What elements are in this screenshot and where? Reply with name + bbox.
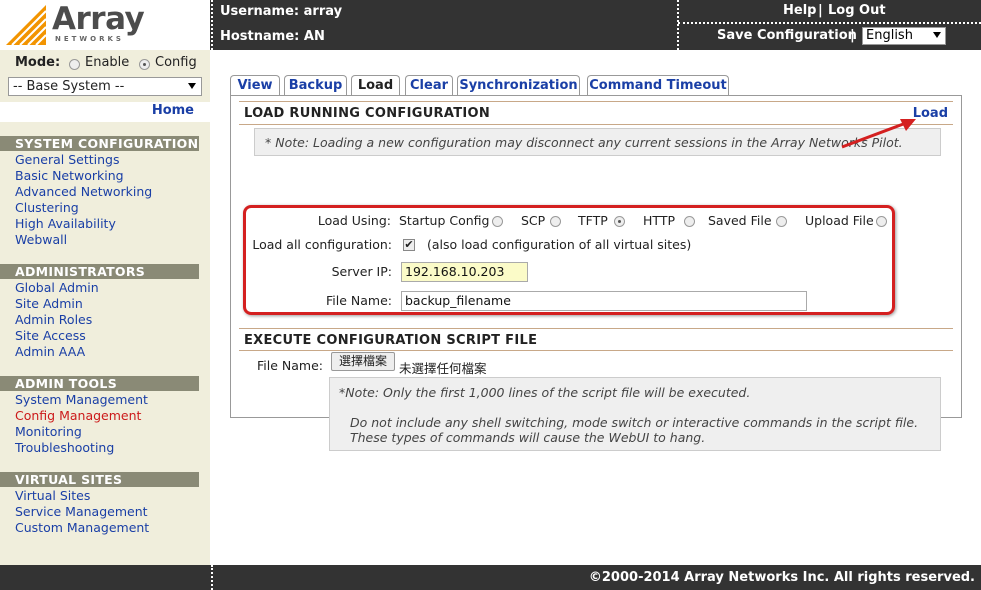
main-content: View Backup Load Clear Synchronization C… [211, 50, 981, 565]
nav-troubleshooting[interactable]: Troubleshooting [15, 440, 114, 455]
logo: Array NETWORKS [0, 0, 210, 50]
script-note-line1: *Note: Only the first 1,000 lines of the… [339, 385, 751, 400]
mode-enable-label: Enable [85, 55, 130, 70]
language-select[interactable]: English [862, 27, 946, 45]
tab-view[interactable]: View [230, 75, 280, 96]
nav-global-admin[interactable]: Global Admin [15, 280, 99, 295]
tab-clear[interactable]: Clear [405, 75, 453, 96]
section-virtual-sites: VIRTUAL SITES [0, 472, 199, 487]
nav-basic-networking[interactable]: Basic Networking [15, 168, 124, 183]
footer-divider [211, 565, 213, 590]
section-divider [239, 328, 953, 329]
mode-label: Mode: [15, 55, 61, 70]
mode-config-label: Config [155, 55, 197, 70]
chevron-down-icon [188, 83, 196, 89]
nav-clustering[interactable]: Clustering [15, 200, 79, 215]
load-panel: LOAD RUNNING CONFIGURATION Load * Note: … [230, 95, 962, 451]
home-strip: Home [0, 102, 210, 122]
nav-admin-roles[interactable]: Admin Roles [15, 312, 92, 327]
script-note-line3: These types of commands will cause the W… [350, 430, 706, 445]
copyright-text: ©2000-2014 Array Networks Inc. All right… [588, 570, 975, 585]
highlight-box [243, 205, 895, 315]
save-configuration-link[interactable]: Save Configuration [717, 28, 857, 43]
logo-text: Array [52, 1, 145, 37]
execute-script-title: EXECUTE CONFIGURATION SCRIPT FILE [244, 333, 538, 348]
chevron-down-icon [933, 32, 941, 38]
section-admin-tools: ADMIN TOOLS [0, 376, 199, 391]
sidebar: Mode: Enable Config -- Base System -- Ho… [0, 50, 210, 565]
tab-backup[interactable]: Backup [284, 75, 347, 96]
top-header: Array NETWORKS Username: array Hostname:… [0, 0, 981, 50]
nav-high-availability[interactable]: High Availability [15, 216, 116, 231]
header-divider-right [677, 0, 679, 50]
nav-general-settings[interactable]: General Settings [15, 152, 120, 167]
nav-service-management[interactable]: Service Management [15, 504, 148, 519]
nav-monitoring[interactable]: Monitoring [15, 424, 82, 439]
system-select[interactable]: -- Base System -- [8, 77, 202, 96]
nav-custom-management[interactable]: Custom Management [15, 520, 149, 535]
nav-advanced-networking[interactable]: Advanced Networking [15, 184, 152, 199]
header-divider [211, 0, 213, 50]
section-system-configuration: SYSTEM CONFIGURATION [0, 136, 199, 151]
nav-site-admin[interactable]: Site Admin [15, 296, 83, 311]
mode-config-radio[interactable] [139, 59, 150, 70]
separator: | [818, 3, 823, 18]
mode-enable-radio[interactable] [69, 59, 80, 70]
home-link[interactable]: Home [152, 103, 194, 118]
nav-config-management[interactable]: Config Management [15, 408, 141, 423]
help-link[interactable]: Help [783, 3, 816, 18]
tab-load[interactable]: Load [351, 75, 400, 97]
language-value: English [866, 28, 913, 43]
tab-synchronization[interactable]: Synchronization [457, 75, 580, 96]
nav-admin-aaa[interactable]: Admin AAA [15, 344, 85, 359]
separator: | [850, 28, 855, 43]
tab-command-timeout[interactable]: Command Timeout [587, 75, 729, 96]
nav-virtual-sites[interactable]: Virtual Sites [15, 488, 90, 503]
script-file-name-label: File Name: [257, 358, 323, 373]
section-administrators: ADMINISTRATORS [0, 264, 199, 279]
section-divider [239, 101, 953, 102]
header-hline [678, 22, 981, 24]
logout-link[interactable]: Log Out [828, 3, 886, 18]
username-label: Username: array [220, 4, 343, 19]
logo-subtext: NETWORKS [55, 35, 124, 43]
script-note: *Note: Only the first 1,000 lines of the… [329, 377, 941, 451]
hostname-label: Hostname: AN [220, 29, 325, 44]
choose-file-button[interactable]: 選擇檔案 [331, 352, 395, 371]
nav-site-access[interactable]: Site Access [15, 328, 86, 343]
nav-webwall[interactable]: Webwall [15, 232, 67, 247]
nav-system-management[interactable]: System Management [15, 392, 148, 407]
footer: ©2000-2014 Array Networks Inc. All right… [0, 565, 981, 590]
script-note-line2: Do not include any shell switching, mode… [350, 415, 919, 430]
load-running-config-title: LOAD RUNNING CONFIGURATION [244, 106, 491, 121]
annotation-arrow-icon [841, 119, 916, 149]
system-select-value: -- Base System -- [13, 79, 125, 94]
array-logo-icon [6, 5, 47, 46]
no-file-chosen-label: 未選擇任何檔案 [399, 361, 487, 376]
section-divider [239, 350, 953, 351]
